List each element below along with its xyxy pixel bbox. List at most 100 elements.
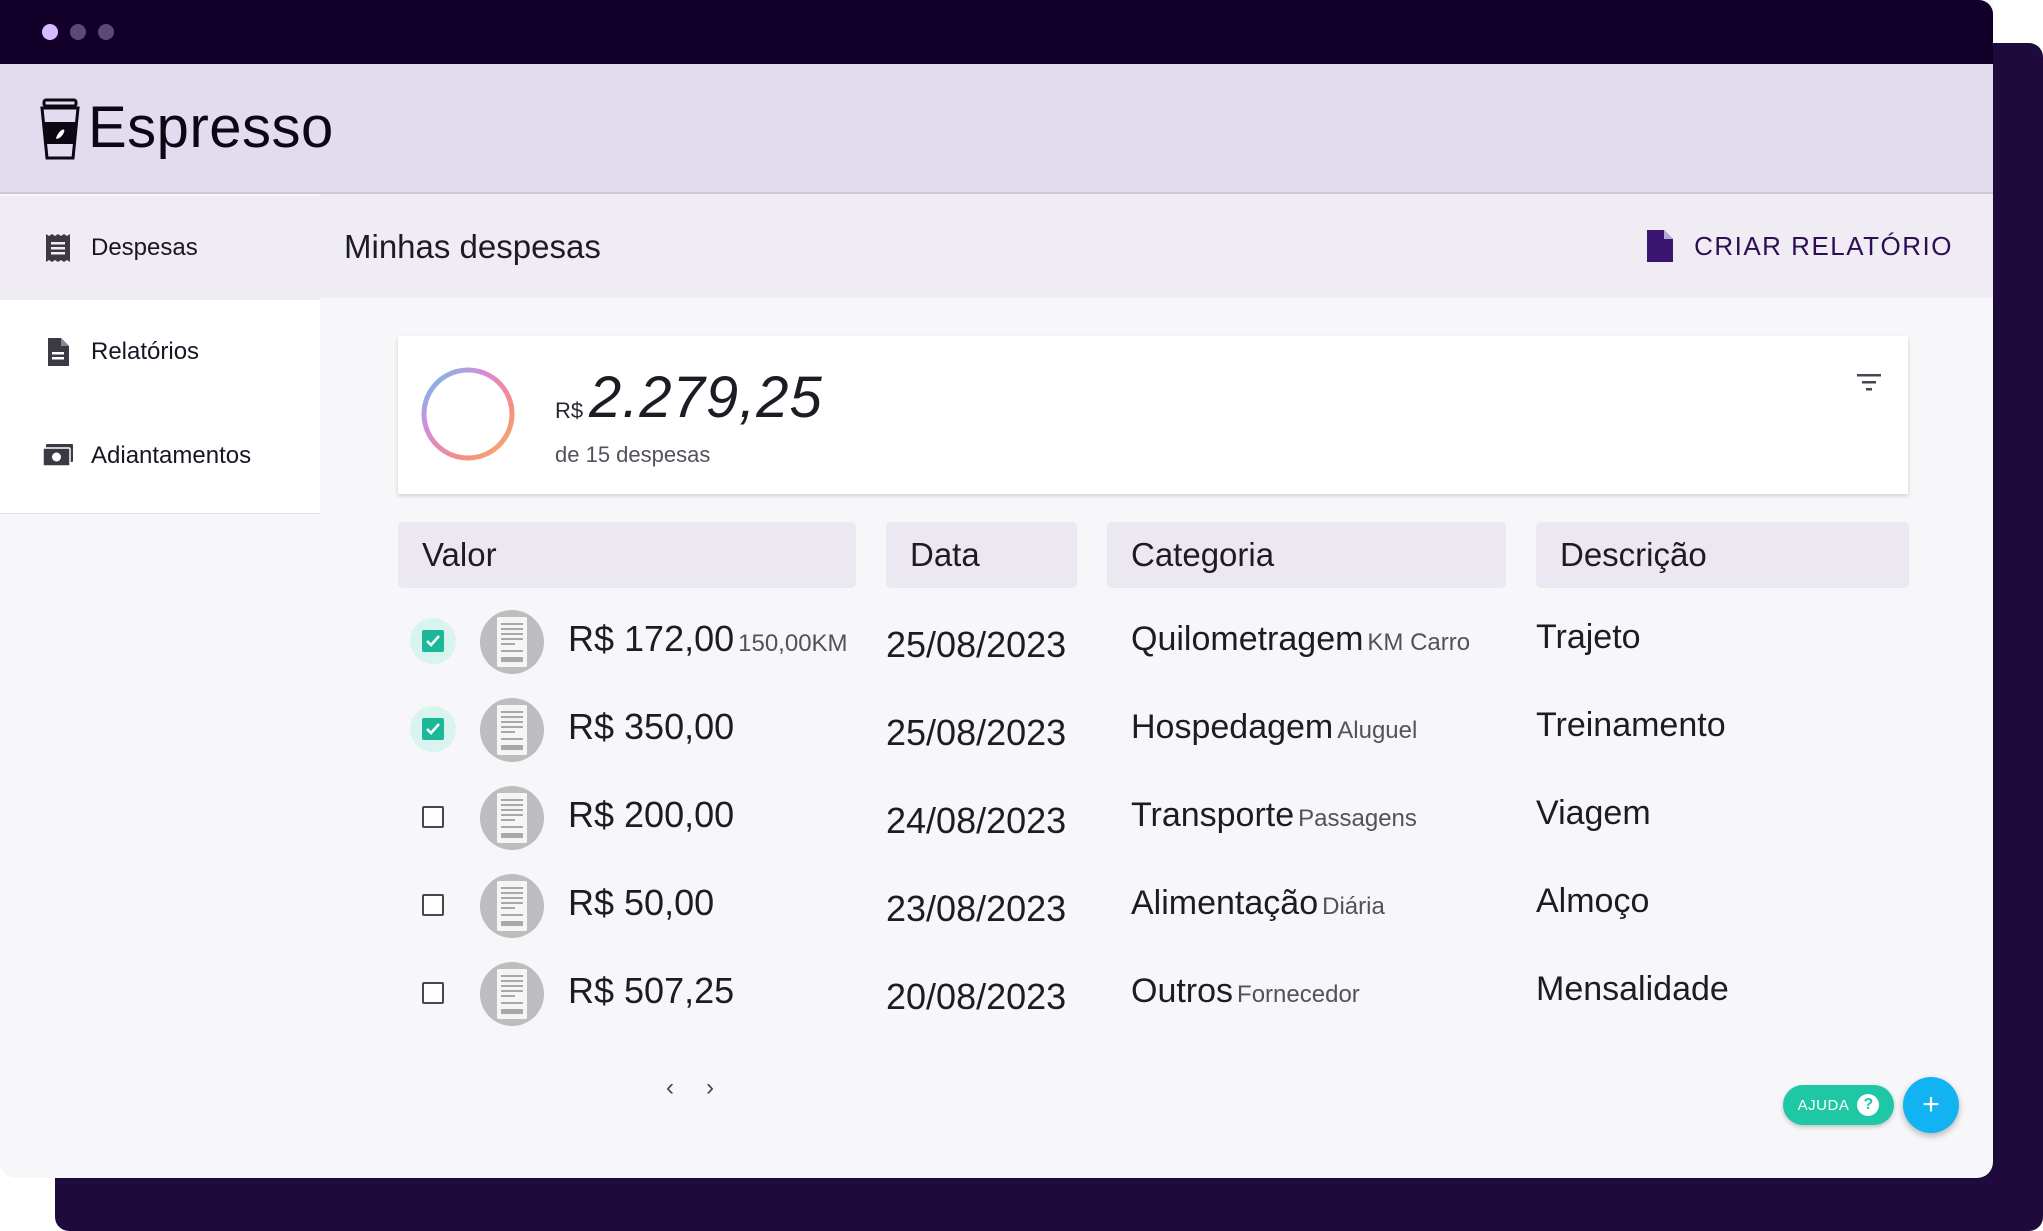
receipt-thumbnail[interactable]: [480, 786, 544, 850]
expense-value-amount: R$ 50,00: [568, 882, 715, 923]
expense-subcategory: KM Carro: [1367, 629, 1471, 656]
checkmark-icon: [426, 723, 440, 735]
filter-icon[interactable]: [1854, 370, 1884, 394]
sidebar-item-adiantamentos[interactable]: Adiantamentos: [0, 404, 320, 508]
table-row[interactable]: R$ 200,00 24/08/2023 Transporte Passagens Vi…: [398, 780, 1908, 860]
row-checkbox[interactable]: [410, 706, 456, 752]
expense-category: Hospedagem Aluguel: [1131, 708, 1417, 747]
receipt-image: [497, 793, 527, 843]
add-expense-button[interactable]: +: [1903, 1077, 1959, 1133]
total-currency: R$: [555, 398, 584, 423]
expense-description: Treinamento: [1536, 706, 1726, 744]
sidebar-item-relatorios[interactable]: Relatórios: [0, 300, 320, 404]
coffee-cup-icon: [40, 98, 80, 160]
expense-description: Trajeto: [1536, 618, 1641, 656]
expense-subcategory: Aluguel: [1337, 717, 1418, 744]
expense-category: Transporte Passagens: [1131, 796, 1417, 835]
help-button[interactable]: AJUDA ?: [1783, 1085, 1894, 1125]
expense-description: Viagem: [1536, 794, 1651, 832]
table-row[interactable]: R$ 172,00 150,00KM 25/08/2023 Quilometragem…: [398, 604, 1908, 684]
document-icon: [42, 336, 74, 368]
expense-date: 20/08/2023: [886, 976, 1067, 1017]
sidebar-item-despesas[interactable]: Despesas: [0, 196, 320, 300]
expense-value-amount: R$ 350,00: [568, 706, 735, 747]
expense-category-name: Alimentação: [1131, 884, 1319, 922]
column-header-descricao[interactable]: Descrição: [1536, 522, 1909, 588]
expense-description: Mensalidade: [1536, 970, 1729, 1008]
window-minimize-dot[interactable]: [70, 24, 86, 40]
expense-category-name: Outros: [1131, 972, 1234, 1010]
expense-date: 25/08/2023: [886, 624, 1067, 665]
column-header-categoria[interactable]: Categoria: [1107, 522, 1506, 588]
expense-category-name: Transporte: [1131, 796, 1295, 834]
column-header-valor[interactable]: Valor: [398, 522, 856, 588]
checkbox-box: [422, 718, 444, 740]
expense-value: R$ 507,25: [568, 970, 738, 1012]
expense-value-amount: R$ 507,25: [568, 970, 735, 1011]
file-icon: [1647, 230, 1674, 262]
window-titlebar: [0, 0, 1993, 64]
sidebar-item-label: Relatórios: [91, 338, 200, 365]
table-row[interactable]: R$ 350,00 25/08/2023 Hospedagem Aluguel Trei…: [398, 692, 1908, 772]
sidebar-item-label: Despesas: [91, 234, 198, 261]
column-header-data[interactable]: Data: [886, 522, 1077, 588]
expense-value: R$ 200,00: [568, 794, 738, 836]
page-header: Minhas despesas CRIAR RELATÓRIO: [320, 194, 1993, 298]
expenses-summary-card: R$ 2.279,25 de 15 despesas: [398, 336, 1908, 494]
expense-category: Quilometragem KM Carro: [1131, 620, 1470, 659]
row-checkbox[interactable]: [410, 618, 456, 664]
expense-date: 25/08/2023: [886, 712, 1067, 753]
expense-subcategory: Diária: [1322, 893, 1385, 920]
receipt-image: [497, 705, 527, 755]
receipt-image: [497, 969, 527, 1019]
receipt-thumbnail[interactable]: [480, 610, 544, 674]
expense-date: 23/08/2023: [886, 888, 1067, 929]
expense-value: R$ 350,00: [568, 706, 738, 748]
table-row[interactable]: R$ 50,00 23/08/2023 Alimentação Diária Almoç…: [398, 868, 1908, 948]
receipt-image: [497, 617, 527, 667]
expense-value: R$ 50,00: [568, 882, 718, 924]
app-logo-text: Espresso: [88, 95, 334, 160]
receipt-thumbnail[interactable]: [480, 698, 544, 762]
receipt-thumbnail[interactable]: [480, 874, 544, 938]
window-maximize-dot[interactable]: [98, 24, 114, 40]
help-button-label: AJUDA: [1797, 1096, 1850, 1114]
sidebar: Despesas Relatórios Adiantamentos: [0, 196, 320, 514]
checkmark-icon: [426, 635, 440, 647]
create-report-label: CRIAR RELATÓRIO: [1694, 230, 1953, 261]
expense-value-detail: 150,00KM: [738, 630, 848, 657]
receipt-thumbnail[interactable]: [480, 962, 544, 1026]
expense-date: 24/08/2023: [886, 800, 1067, 841]
total-expenses-count: de 15 despesas: [555, 442, 711, 467]
expense-category-name: Quilometragem: [1131, 620, 1364, 658]
row-checkbox[interactable]: [410, 882, 456, 928]
expense-value-amount: R$ 200,00: [568, 794, 735, 835]
expense-value-amount: R$ 172,00: [568, 618, 735, 659]
sidebar-item-label: Adiantamentos: [91, 442, 252, 469]
expenses-ring-chart: [421, 367, 515, 461]
receipt-list-icon: [42, 232, 74, 264]
expense-category-name: Hospedagem: [1131, 708, 1334, 746]
expense-subcategory: Fornecedor: [1237, 981, 1360, 1008]
row-checkbox[interactable]: [410, 970, 456, 1016]
create-report-button[interactable]: CRIAR RELATÓRIO: [1646, 224, 1953, 268]
checkbox-box: [422, 894, 444, 916]
money-icon: [42, 440, 74, 472]
pagination-prev-button[interactable]: ‹: [666, 1074, 674, 1102]
pagination-next-button[interactable]: ›: [706, 1074, 714, 1102]
row-checkbox[interactable]: [410, 794, 456, 840]
table-row[interactable]: R$ 507,25 20/08/2023 Outros Fornecedor Mensa…: [398, 956, 1908, 1036]
help-question-icon: ?: [1857, 1094, 1880, 1116]
expense-description: Almoço: [1536, 882, 1650, 920]
expense-subcategory: Passagens: [1298, 805, 1417, 832]
expense-value: R$ 172,00 150,00KM: [568, 618, 848, 660]
checkbox-box: [422, 806, 444, 828]
checkbox-box: [422, 982, 444, 1004]
app-window: Espresso Despesas Relatórios Adiantament…: [0, 0, 1993, 1178]
expense-category: Alimentação Diária: [1131, 884, 1385, 923]
page-title: Minhas despesas: [344, 228, 601, 265]
checkbox-box: [422, 630, 444, 652]
expense-category: Outros Fornecedor: [1131, 972, 1360, 1011]
window-close-dot[interactable]: [42, 24, 58, 40]
app-header: Espresso: [0, 64, 1993, 194]
